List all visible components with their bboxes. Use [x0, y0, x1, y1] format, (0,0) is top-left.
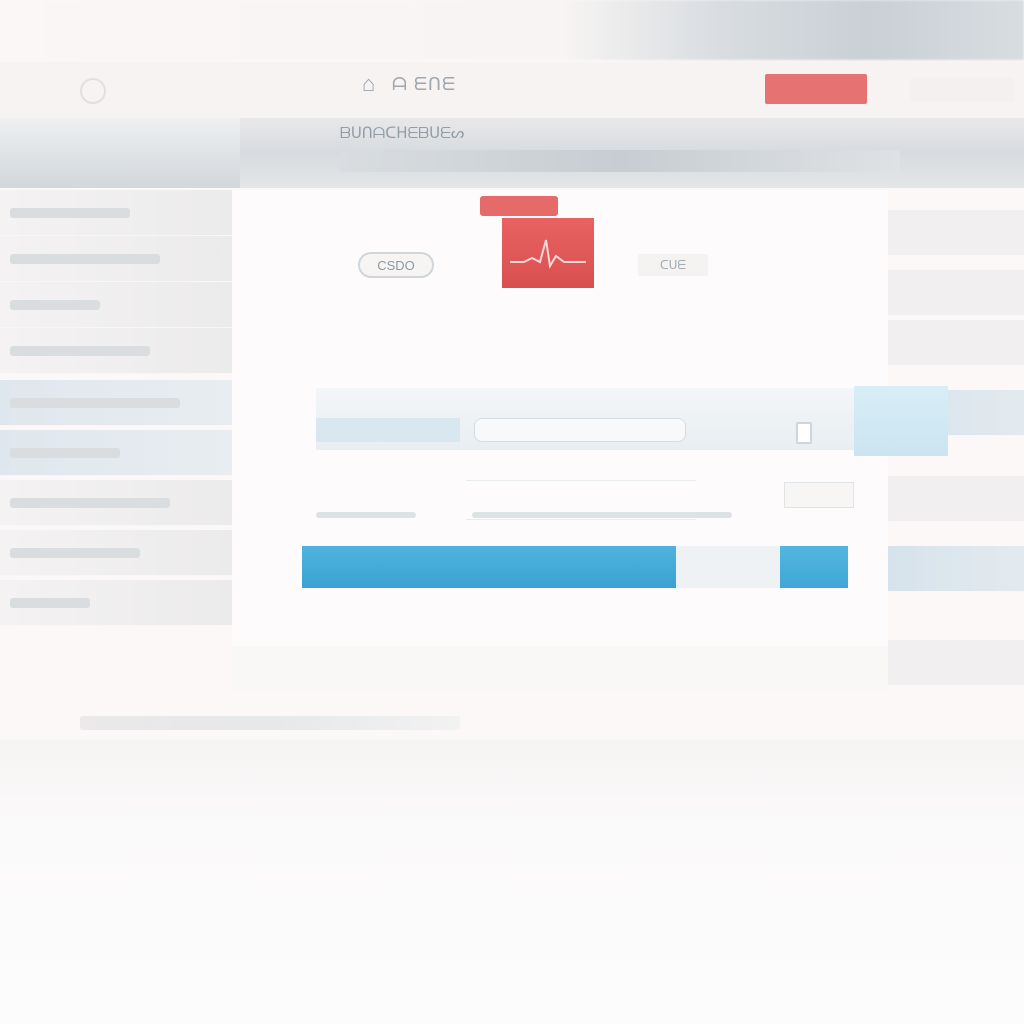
- option-checkbox[interactable]: [796, 422, 812, 444]
- side-thumbnail[interactable]: [854, 386, 948, 456]
- bell-icon: ⌂: [362, 71, 376, 96]
- footer-band: [232, 646, 888, 692]
- info-subtext: [318, 352, 858, 372]
- sidebar-item[interactable]: [0, 530, 232, 576]
- left-sidebar: [0, 190, 232, 750]
- tool-row: [316, 386, 948, 456]
- tool-row: [316, 472, 856, 528]
- tool-label: [316, 418, 460, 442]
- progress-bar: [302, 546, 848, 588]
- banner-subtitle-block: [340, 150, 900, 172]
- home-icon[interactable]: [80, 78, 106, 104]
- info-row: [318, 330, 858, 352]
- alert-button[interactable]: [765, 74, 867, 104]
- brand-title: ᗩ ᗴᑎᗴ: [392, 74, 457, 94]
- waveform-icon: [510, 239, 586, 269]
- status-badge: [480, 196, 558, 216]
- sidebar-item[interactable]: [0, 380, 232, 426]
- info-heading: [318, 318, 858, 330]
- sidebar-item[interactable]: [0, 430, 232, 476]
- app-header: ⌂ ᗩ ᗴᑎᗴ: [0, 62, 1024, 118]
- sidebar-item[interactable]: [0, 580, 232, 626]
- progress-end-button[interactable]: [780, 546, 848, 588]
- sidebar-item[interactable]: [0, 282, 232, 328]
- small-input[interactable]: [784, 482, 854, 508]
- right-item[interactable]: [888, 320, 1024, 366]
- right-column: [888, 190, 1024, 750]
- next-button[interactable]: ᑕᑌᗴ: [638, 254, 708, 276]
- right-item[interactable]: [888, 210, 1024, 256]
- title-bar: [0, 0, 1024, 60]
- footer-left-block: [80, 716, 460, 730]
- banner-title: ᗷᑌᑎᗩᑕᕼᗴᗷᑌᗴᔕ: [340, 125, 465, 142]
- banner-left-block: [0, 118, 240, 188]
- right-item[interactable]: [888, 476, 1024, 522]
- row-subtext: [472, 512, 732, 518]
- preview-thumbnail[interactable]: [502, 218, 594, 288]
- value-input[interactable]: [474, 418, 686, 442]
- sidebar-item[interactable]: [0, 190, 232, 236]
- sidebar-item[interactable]: [0, 236, 232, 282]
- row-subtext: [316, 512, 416, 518]
- back-button[interactable]: CSDO: [358, 252, 434, 278]
- header-search-field[interactable]: [910, 78, 1014, 102]
- info-list: [318, 318, 858, 372]
- sidebar-item[interactable]: [0, 328, 232, 374]
- main-panel: CSDO ᑕᑌᗴ: [232, 190, 948, 646]
- right-item[interactable]: [888, 546, 1024, 592]
- right-item[interactable]: [888, 640, 1024, 686]
- page-background-bottom: [0, 740, 1024, 1024]
- right-item[interactable]: [888, 270, 1024, 316]
- sidebar-item[interactable]: [0, 480, 232, 526]
- progress-fill: [302, 546, 676, 588]
- section-banner: ᗷᑌᑎᗩᑕᕼᗴᗷᑌᗴᔕ: [0, 118, 1024, 188]
